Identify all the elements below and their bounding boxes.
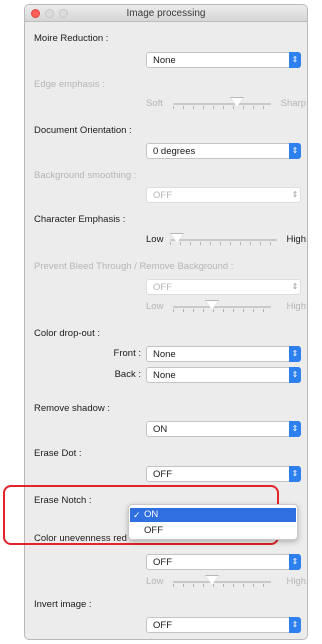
erasedot-value: OFF	[153, 469, 172, 480]
bgsmooth-value: OFF	[153, 190, 172, 201]
chevron-updown-icon: ⇕	[289, 346, 301, 362]
uneven-value: OFF	[153, 557, 172, 568]
chevron-updown-icon: ⇕	[289, 367, 301, 383]
orientation-select[interactable]: 0 degrees ⇕	[146, 143, 301, 159]
option-off[interactable]: OFF	[130, 524, 296, 538]
bleed-label: Prevent Bleed Through / Remove Backgroun…	[34, 261, 234, 272]
edge-label: Edge emphasis :	[34, 79, 105, 90]
back-select[interactable]: None ⇕	[146, 367, 301, 383]
titlebar: Image processing	[25, 5, 307, 22]
shadow-value: ON	[153, 424, 168, 435]
invert-value: OFF	[153, 620, 172, 631]
bgsmooth-select: OFF ⇕	[146, 187, 301, 203]
chevron-updown-icon: ⇕	[289, 421, 301, 437]
bleed-value: OFF	[153, 282, 172, 293]
bleed-slider: Low High	[146, 300, 306, 314]
chevron-updown-icon: ⇕	[289, 554, 301, 570]
bgsmooth-label: Background smoothing :	[34, 170, 137, 181]
uneven-slider: Low High	[146, 575, 306, 589]
edge-left-label: Soft	[146, 98, 163, 109]
erasenotch-dropdown-menu[interactable]: ✓ ON OFF	[128, 504, 298, 540]
uneven-right-label: High	[286, 576, 306, 587]
chevron-updown-icon: ⇕	[289, 617, 301, 633]
shadow-select[interactable]: ON ⇕	[146, 421, 301, 437]
invert-label: Invert image :	[34, 599, 92, 610]
option-off-label: OFF	[144, 525, 163, 536]
moire-select[interactable]: None ⇕	[146, 52, 301, 68]
chevron-updown-icon: ⇕	[289, 143, 301, 159]
invert-select[interactable]: OFF ⇕	[146, 617, 301, 633]
edge-right-label: Sharp	[280, 98, 306, 109]
front-label: Front :	[113, 348, 141, 359]
uneven-left-label: Low	[146, 576, 164, 587]
uneven-select[interactable]: OFF ⇕	[146, 554, 301, 570]
dropout-label: Color drop-out :	[34, 328, 101, 339]
charemph-slider[interactable]: Low High	[146, 233, 306, 247]
orientation-value: 0 degrees	[153, 146, 196, 157]
option-on-label: ON	[144, 509, 159, 520]
charemph-right-label: High	[286, 234, 306, 245]
chevron-updown-icon: ⇕	[289, 466, 301, 482]
front-value: None	[153, 349, 176, 360]
charemph-left-label: Low	[146, 234, 164, 245]
bleed-left-label: Low	[146, 301, 164, 312]
chevron-updown-icon: ⇕	[291, 190, 299, 199]
erasedot-label: Erase Dot :	[34, 448, 82, 459]
checkmark-icon: ✓	[133, 510, 141, 520]
erasedot-select[interactable]: OFF ⇕	[146, 466, 301, 482]
orientation-label: Document Orientation :	[34, 125, 132, 136]
front-select[interactable]: None ⇕	[146, 346, 301, 362]
chevron-updown-icon: ⇕	[291, 282, 299, 291]
window-title: Image processing	[126, 8, 206, 19]
chevron-updown-icon: ⇕	[289, 52, 301, 68]
back-label: Back :	[114, 369, 141, 380]
bleed-right-label: High	[286, 301, 306, 312]
shadow-label: Remove shadow :	[34, 403, 111, 414]
charemph-label: Character Emphasis :	[34, 214, 126, 225]
moire-value: None	[153, 55, 176, 66]
option-on[interactable]: ✓ ON	[130, 508, 296, 522]
edge-slider: Soft Sharp	[146, 97, 306, 111]
back-value: None	[153, 370, 176, 381]
moire-label: Moire Reduction :	[34, 33, 109, 44]
bleed-select: OFF ⇕	[146, 279, 301, 295]
